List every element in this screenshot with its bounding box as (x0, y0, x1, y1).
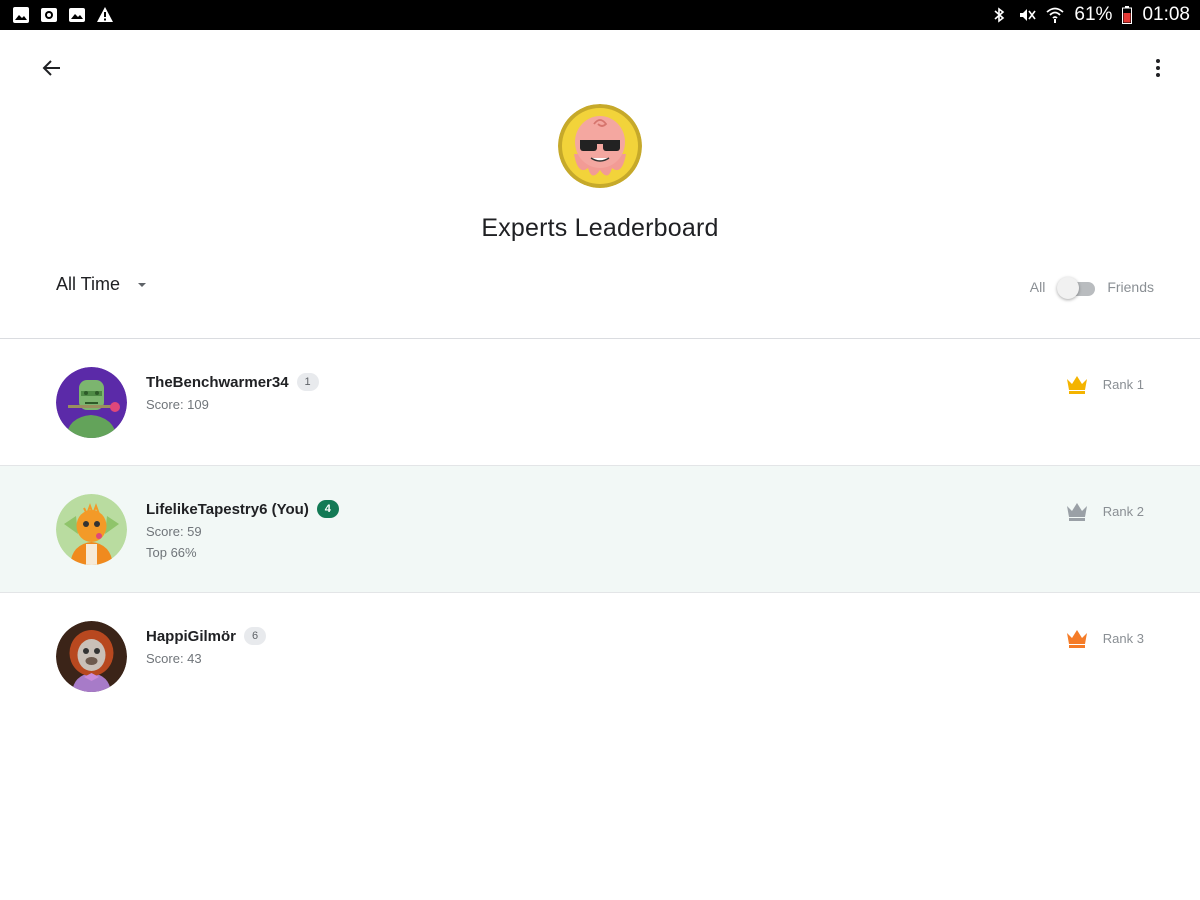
player-score: Score: 109 (146, 397, 209, 412)
time-range-dropdown[interactable]: All Time (56, 274, 148, 295)
rank-label: Rank 2 (1102, 503, 1144, 519)
player-info: HappiGilmör 6 Score: 43 (146, 627, 267, 666)
gold-crown-icon (1066, 376, 1087, 394)
leaderboard-row-current-user[interactable]: LifelikeTapestry6 (You) 4 Score: 59 Top … (0, 466, 1200, 593)
more-options-button[interactable] (1136, 48, 1180, 88)
leaderboard-row[interactable]: TheBenchwarmer34 1 Score: 109 Rank 1 (0, 339, 1200, 466)
robot-avatar-icon (56, 367, 127, 438)
toggle-label-all: All (1029, 279, 1046, 295)
leaderboard-avatar (558, 104, 642, 188)
player-score: Score: 43 (146, 651, 202, 666)
friends-toggle-switch[interactable] (1057, 276, 1096, 299)
back-button[interactable] (30, 48, 74, 88)
player-score: Score: 59 (146, 524, 202, 539)
notification-icons (12, 6, 114, 24)
player-name: TheBenchwarmer34 (146, 373, 289, 391)
mute-icon (1018, 6, 1037, 24)
battery-percent: 61% (1074, 4, 1113, 25)
status-bar: 61% 01:08 (0, 0, 1200, 30)
rank-indicator: Rank 2 (1065, 500, 1144, 522)
page-title: Experts Leaderboard (481, 214, 719, 242)
photo-notification-icon (68, 6, 86, 24)
rank-indicator: Rank 3 (1065, 627, 1144, 649)
monkey-avatar-icon (56, 621, 127, 692)
image-notification-icon (12, 6, 30, 24)
leaderboard-list: TheBenchwarmer34 1 Score: 109 Rank 1 Lif… (0, 339, 1200, 720)
silver-crown-icon (1066, 503, 1087, 521)
bluetooth-icon (990, 6, 1008, 24)
level-badge: 4 (316, 500, 339, 518)
player-percentile: Top 66% (146, 545, 197, 560)
dragon-avatar-icon (56, 494, 127, 565)
dropdown-arrow-icon (138, 282, 147, 287)
more-vert-icon (1156, 59, 1160, 77)
octopus-avatar-icon (558, 104, 642, 188)
rank-label: Rank 1 (1102, 376, 1144, 392)
player-avatar (56, 367, 127, 438)
arrow-back-icon (42, 60, 60, 76)
gallery-notification-icon (40, 6, 58, 24)
bronze-crown-icon (1066, 630, 1087, 648)
player-info: TheBenchwarmer34 1 Score: 109 (146, 373, 319, 412)
friends-filter-toggle-group: All Friends (1029, 276, 1154, 299)
app-bar (0, 30, 1200, 104)
time-range-label: All Time (56, 274, 121, 294)
player-avatar (56, 494, 127, 565)
system-status: 61% 01:08 (990, 4, 1190, 26)
rank-label: Rank 3 (1102, 630, 1144, 646)
player-avatar (56, 621, 127, 692)
warning-icon (96, 6, 114, 24)
filter-row: All Time All Friends (0, 268, 1200, 308)
level-badge: 1 (296, 373, 319, 391)
player-info: LifelikeTapestry6 (You) 4 Score: 59 Top … (146, 500, 339, 560)
leaderboard-row[interactable]: HappiGilmör 6 Score: 43 Rank 3 (0, 593, 1200, 720)
level-badge: 6 (244, 627, 267, 645)
player-name: LifelikeTapestry6 (You) (146, 500, 309, 518)
toggle-label-friends: Friends (1107, 279, 1154, 295)
status-time: 01:08 (1142, 4, 1190, 25)
rank-indicator: Rank 1 (1065, 373, 1144, 395)
wifi-icon (1046, 6, 1065, 24)
battery-icon (1122, 6, 1133, 24)
player-name: HappiGilmör (146, 627, 237, 645)
